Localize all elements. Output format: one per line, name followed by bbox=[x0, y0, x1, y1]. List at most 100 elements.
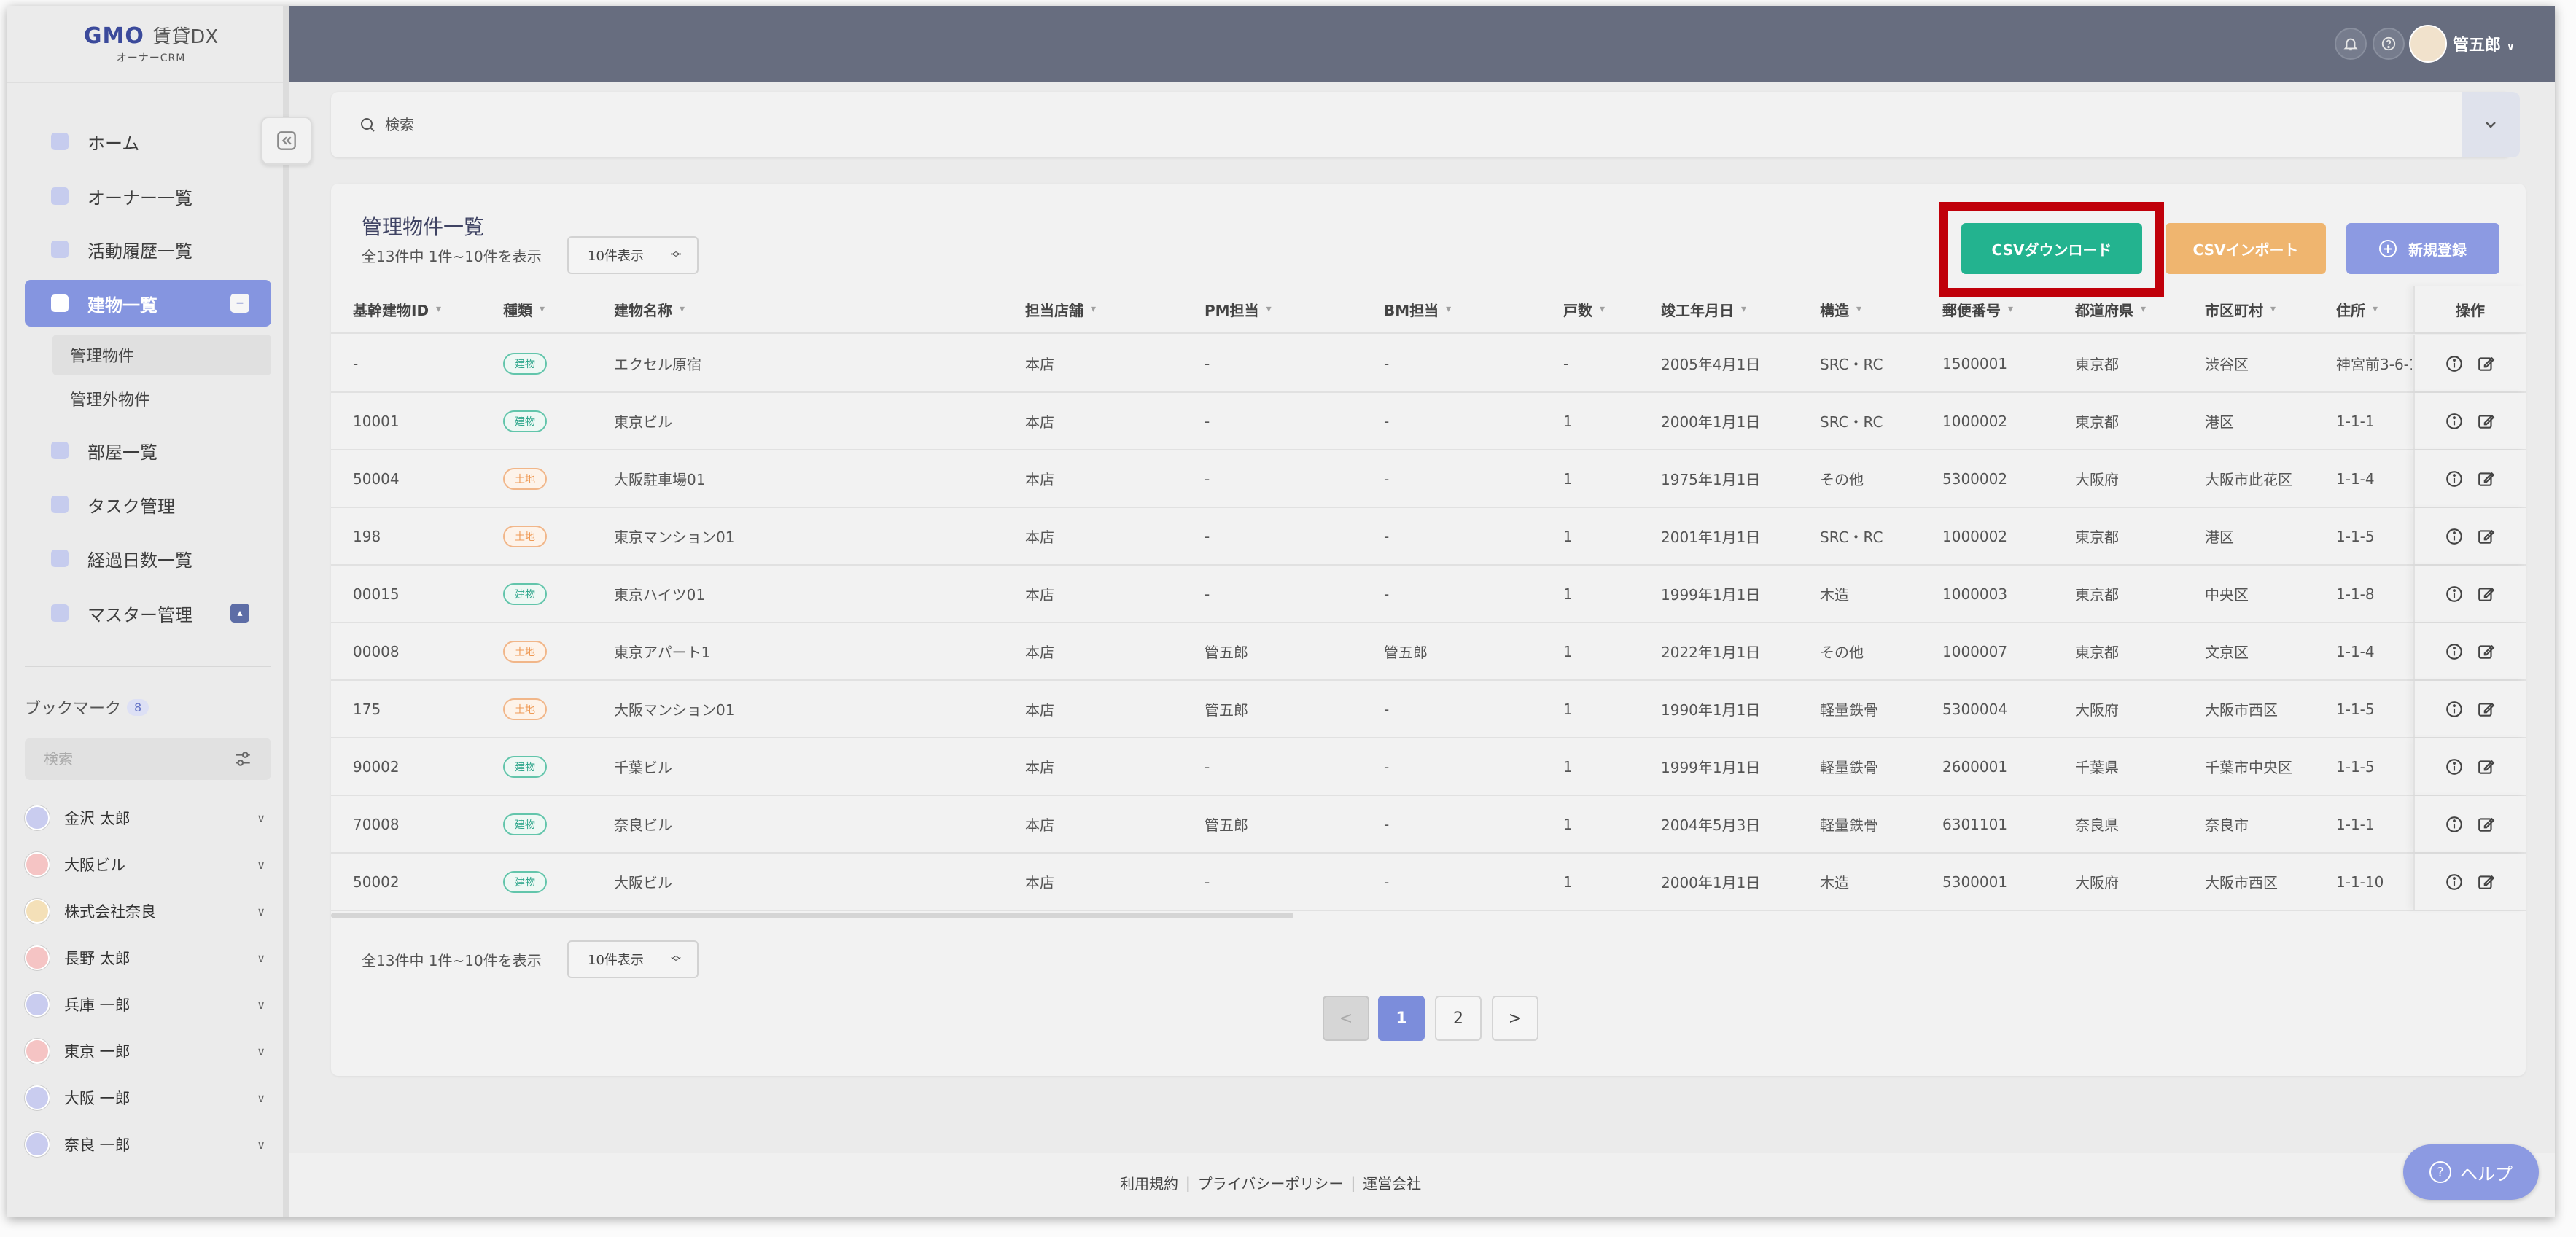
table-row[interactable]: 00008 土地 東京アパート1 本店 管五郎 管五郎 1 2022年1月1日 その他 10000… bbox=[331, 623, 2526, 681]
bookmark-item[interactable]: 大阪 一郎 ∨ bbox=[25, 1080, 271, 1116]
sort-icon[interactable]: ▾ bbox=[680, 303, 685, 315]
table-row[interactable]: 70008 建物 奈良ビル 本店 管五郎 - 1 2004年5月3日 軽量鉄骨 6301101 奈良… bbox=[331, 796, 2526, 854]
footer-link-privacy[interactable]: プライバシーポリシー bbox=[1198, 1172, 1344, 1193]
table-row[interactable]: 50004 土地 大阪駐車場01 本店 - - 1 1975年1月1日 その他 5300002 大阪… bbox=[331, 450, 2526, 508]
sort-icon[interactable]: ▾ bbox=[2373, 303, 2378, 315]
edit-icon[interactable] bbox=[2477, 757, 2496, 776]
column-header[interactable]: 住所 ▾ bbox=[2336, 286, 2412, 332]
sort-icon[interactable]: ▾ bbox=[1091, 303, 1096, 315]
page-size-select-bottom[interactable]: 10件表示 ︿ ﹀ bbox=[567, 940, 699, 978]
sidebar-item[interactable]: 部屋一覧 bbox=[25, 427, 271, 474]
chevron-down-icon[interactable]: ∨ bbox=[257, 1045, 265, 1058]
user-avatar[interactable] bbox=[2409, 25, 2447, 63]
sidebar-item[interactable]: オーナー一覧 bbox=[25, 173, 271, 219]
table-row[interactable]: 00015 建物 東京ハイツ01 本店 - - 1 1999年1月1日 木造 1000003 東京都… bbox=[331, 566, 2526, 623]
sidebar-item[interactable]: 経過日数一覧 bbox=[25, 535, 271, 582]
sort-icon[interactable]: ▾ bbox=[1446, 303, 1451, 315]
horizontal-scrollbar[interactable] bbox=[331, 913, 1293, 918]
sort-icon[interactable]: ▾ bbox=[2008, 303, 2013, 315]
edit-icon[interactable] bbox=[2477, 642, 2496, 661]
info-icon[interactable] bbox=[2445, 412, 2464, 431]
sort-icon[interactable]: ▾ bbox=[2270, 303, 2276, 315]
sort-icon[interactable]: ▾ bbox=[436, 303, 441, 315]
edit-icon[interactable] bbox=[2477, 527, 2496, 546]
chevron-down-icon[interactable]: ∨ bbox=[257, 951, 265, 965]
chevron-down-icon[interactable]: ∨ bbox=[257, 1138, 265, 1152]
bookmark-item[interactable]: 奈良 一郎 ∨ bbox=[25, 1126, 271, 1163]
sort-icon[interactable]: ▾ bbox=[1600, 303, 1605, 315]
bookmark-item[interactable]: 株式会社奈良 ∨ bbox=[25, 893, 271, 929]
column-header[interactable]: PM担当 ▾ bbox=[1205, 286, 1380, 332]
sidebar-item[interactable]: マスター管理 ▴ bbox=[25, 590, 271, 636]
chevron-down-icon[interactable]: ∨ bbox=[257, 858, 265, 872]
column-header[interactable]: 建物名称 ▾ bbox=[614, 286, 1015, 332]
column-header[interactable]: 担当店舗 ▾ bbox=[1025, 286, 1200, 332]
info-icon[interactable] bbox=[2445, 354, 2464, 373]
column-header[interactable]: 市区町村 ▾ bbox=[2205, 286, 2332, 332]
column-header[interactable]: BM担当 ▾ bbox=[1384, 286, 1559, 332]
logo[interactable]: GMO 賃貸DX オーナーCRM bbox=[74, 22, 227, 65]
bookmark-item[interactable]: 兵庫 一郎 ∨ bbox=[25, 986, 271, 1023]
table-row[interactable]: 175 土地 大阪マンション01 本店 管五郎 - 1 1990年1月1日 軽量鉄骨 530000… bbox=[331, 681, 2526, 738]
edit-icon[interactable] bbox=[2477, 469, 2496, 488]
collapse-sidebar-button[interactable] bbox=[261, 117, 312, 165]
user-menu[interactable]: 管五郎 ∨ bbox=[2453, 32, 2515, 55]
info-icon[interactable] bbox=[2445, 815, 2464, 834]
sidebar-item[interactable]: 活動履歴一覧 bbox=[25, 226, 271, 273]
table-row[interactable]: - 建物 エクセル原宿 本店 - - - 2005年4月1日 SRC・RC 1500001 東京都 渋… bbox=[331, 335, 2526, 393]
search-expand-button[interactable] bbox=[2462, 92, 2520, 157]
chevron-down-icon[interactable]: ∨ bbox=[257, 905, 265, 918]
edit-icon[interactable] bbox=[2477, 585, 2496, 604]
table-row[interactable]: 10001 建物 東京ビル 本店 - - 1 2000年1月1日 SRC・RC 1000002 東京… bbox=[331, 393, 2526, 450]
search-input[interactable] bbox=[384, 115, 2133, 134]
collapse-toggle-icon[interactable]: ▴ bbox=[230, 604, 249, 623]
sidebar-item[interactable]: ホーム bbox=[25, 118, 271, 165]
column-header[interactable]: 竣工年月日 ▾ bbox=[1661, 286, 1814, 332]
sidebar-subitem[interactable]: 管理物件 bbox=[52, 335, 271, 375]
new-register-button[interactable]: + 新規登録 bbox=[2346, 223, 2499, 274]
sort-icon[interactable]: ▾ bbox=[1266, 303, 1272, 315]
edit-icon[interactable] bbox=[2477, 354, 2496, 373]
page-size-select[interactable]: 10件表示 ︿ ﹀ bbox=[567, 236, 699, 274]
sort-icon[interactable]: ▾ bbox=[1741, 303, 1746, 315]
csv-download-button[interactable]: CSVダウンロード bbox=[1961, 223, 2142, 274]
help-button[interactable]: ? ヘルプ bbox=[2403, 1144, 2539, 1200]
column-header[interactable]: 郵便番号 ▾ bbox=[1942, 286, 2074, 332]
bookmark-item[interactable]: 金沢 太郎 ∨ bbox=[25, 800, 271, 836]
notification-bell-icon[interactable] bbox=[2335, 28, 2367, 60]
edit-icon[interactable] bbox=[2477, 700, 2496, 719]
bookmark-search-input[interactable] bbox=[42, 749, 233, 768]
pagination-page-1[interactable]: 1 bbox=[1378, 996, 1425, 1041]
table-row[interactable]: 50002 建物 大阪ビル 本店 - - 1 2000年1月1日 木造 5300001 大阪府 大阪市… bbox=[331, 854, 2526, 911]
info-icon[interactable] bbox=[2445, 700, 2464, 719]
footer-link-terms[interactable]: 利用規約 bbox=[1120, 1172, 1178, 1193]
chevron-down-icon[interactable]: ∨ bbox=[257, 811, 265, 825]
chevron-down-icon[interactable]: ∨ bbox=[257, 1091, 265, 1105]
footer-link-company[interactable]: 運営会社 bbox=[1363, 1172, 1421, 1193]
column-header[interactable]: 種類 ▾ bbox=[503, 286, 605, 332]
info-icon[interactable] bbox=[2445, 527, 2464, 546]
help-circle-icon[interactable] bbox=[2373, 28, 2405, 60]
bookmark-item[interactable]: 東京 一郎 ∨ bbox=[25, 1033, 271, 1069]
sidebar-subitem[interactable]: 管理外物件 bbox=[52, 378, 271, 419]
sidebar-item[interactable]: 建物一覧 − bbox=[25, 280, 271, 327]
table-row[interactable]: 90002 建物 千葉ビル 本店 - - 1 1999年1月1日 軽量鉄骨 2600001 千葉県 千… bbox=[331, 738, 2526, 796]
pagination-page-2[interactable]: 2 bbox=[1435, 996, 1482, 1041]
collapse-toggle-icon[interactable]: − bbox=[230, 294, 249, 313]
info-icon[interactable] bbox=[2445, 642, 2464, 661]
pagination-next[interactable]: > bbox=[1492, 996, 1538, 1041]
filter-icon[interactable] bbox=[233, 749, 252, 768]
sort-icon[interactable]: ▾ bbox=[2141, 303, 2146, 315]
column-header[interactable]: 戸数 ▾ bbox=[1563, 286, 1658, 332]
csv-import-button[interactable]: CSVインポート bbox=[2166, 223, 2326, 274]
bookmark-item[interactable]: 大阪ビル ∨ bbox=[25, 846, 271, 883]
info-icon[interactable] bbox=[2445, 757, 2464, 776]
bookmark-item[interactable]: 長野 太郎 ∨ bbox=[25, 940, 271, 976]
column-header[interactable]: 構造 ▾ bbox=[1820, 286, 1937, 332]
table-row[interactable]: 198 土地 東京マンション01 本店 - - 1 2001年1月1日 SRC・RC 100000… bbox=[331, 508, 2526, 566]
chevron-down-icon[interactable]: ∨ bbox=[257, 998, 265, 1012]
sort-icon[interactable]: ▾ bbox=[1856, 303, 1861, 315]
edit-icon[interactable] bbox=[2477, 873, 2496, 891]
sidebar-item[interactable]: タスク管理 bbox=[25, 481, 271, 528]
info-icon[interactable] bbox=[2445, 469, 2464, 488]
